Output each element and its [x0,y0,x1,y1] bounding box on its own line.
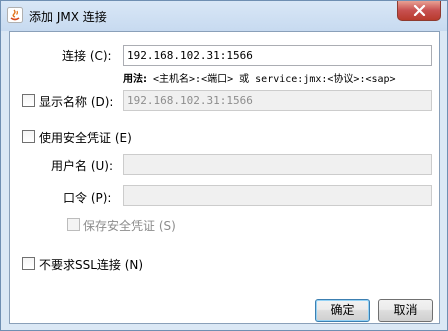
java-icon [7,7,23,23]
cancel-button[interactable]: 取消 [378,299,433,322]
no-ssl-checkbox[interactable] [22,257,35,270]
connection-input[interactable]: 192.168.102.31:1566 [123,45,432,66]
password-input[interactable] [123,185,432,206]
username-label: 用户名 (U): [51,159,114,173]
display-name-input[interactable]: 192.168.102.31:1566 [123,90,432,111]
add-jmx-connection-dialog: 添加 JMX 连接 连接 (C): 192.168.102.31:1566 用法… [0,0,448,331]
ok-button[interactable]: 确定 [315,299,370,322]
use-credentials-checkbox[interactable] [22,130,35,143]
close-icon [413,5,426,16]
display-name-checkbox[interactable] [22,94,35,107]
display-name-label: 显示名称 (D): [39,95,114,109]
save-credentials-label: 保存安全凭证 (S) [83,219,176,233]
use-credentials-label: 使用安全凭证 (E) [39,131,132,145]
usage-hint: 用法: <主机名>:<端口> 或 service:jmx:<协议>:<sap> [123,70,396,85]
window-title: 添加 JMX 连接 [29,10,107,24]
title-bar[interactable]: 添加 JMX 连接 [1,1,447,31]
password-label: 口令 (P): [63,191,112,205]
username-input[interactable] [123,154,432,175]
close-button[interactable] [397,1,441,21]
dialog-content: 连接 (C): 192.168.102.31:1566 用法: <主机名>:<端… [9,31,440,324]
connection-label: 连接 (C): [62,49,112,63]
usage-hint-text: <主机名>:<端口> 或 service:jmx:<协议>:<sap> [147,74,396,85]
save-credentials-checkbox[interactable] [67,218,80,231]
usage-hint-bold: 用法: [123,74,147,85]
no-ssl-label: 不要求SSL连接 (N) [39,258,144,272]
